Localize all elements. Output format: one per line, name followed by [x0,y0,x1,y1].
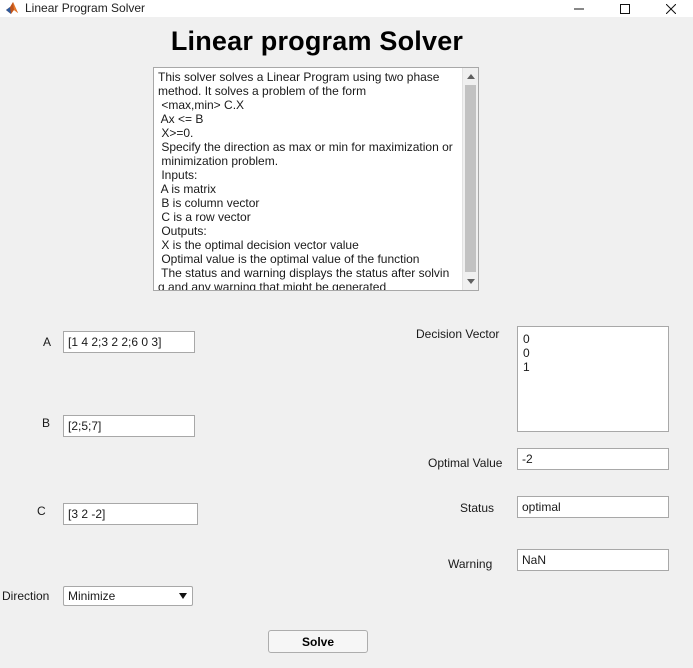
c-vector-input[interactable]: [3 2 -2] [63,503,198,525]
description-textarea[interactable]: This solver solves a Linear Program usin… [153,67,479,291]
description-text: This solver solves a Linear Program usin… [158,70,462,290]
description-line: minimization problem. [158,154,279,168]
close-button[interactable] [648,0,693,17]
description-line: C is a row vector [158,210,251,224]
title-bar: Linear Program Solver [0,0,693,17]
description-line: g and any warning that might be generate… [158,280,387,290]
minimize-button[interactable] [556,0,602,17]
direction-label: Direction [2,589,50,603]
maximize-icon [620,3,630,14]
scrollbar-thumb[interactable] [465,85,476,272]
matlab-icon [5,1,19,15]
description-line: B is column vector [158,196,260,210]
decision-vector-label: Decision Vector [416,327,500,341]
page-title: Linear program Solver [170,26,464,56]
status-output[interactable]: optimal [517,496,669,518]
optimal-value-label: Optimal Value [428,456,503,470]
direction-dropdown[interactable]: Minimize [63,586,193,606]
description-line: This solver solves a Linear Program usin… [158,70,440,84]
description-line: The status and warning displays the stat… [158,266,450,280]
chevron-down-icon [179,593,187,599]
b-label: B [42,416,51,430]
description-line: X is the optimal decision vector value [158,238,359,252]
decision-vector-value: 1 [523,360,530,374]
maximize-button[interactable] [602,0,648,17]
status-label: Status [460,501,495,515]
direction-selected-value: Minimize [68,589,116,603]
window-title: Linear Program Solver [25,1,146,15]
decision-vector-value: 0 [523,332,530,346]
description-line: <max,min> C.X [158,98,245,112]
description-line: Outputs: [158,224,207,238]
description-scrollbar[interactable] [462,68,478,290]
description-line: A is matrix [158,182,217,196]
decision-vector-value: 0 [523,346,530,360]
scroll-up-icon[interactable] [467,74,475,79]
optimal-value-output[interactable]: -2 [517,448,669,470]
a-matrix-input[interactable]: [1 4 2;3 2 2;6 0 3] [63,331,195,353]
minimize-icon [574,8,584,9]
decision-vector-output[interactable]: 0 0 1 [517,326,669,432]
warning-output[interactable]: NaN [517,549,669,571]
close-icon [666,3,676,14]
description-line: Optimal value is the optimal value of th… [158,252,420,266]
solve-button[interactable]: Solve [268,630,368,653]
warning-label: Warning [448,557,493,571]
description-line: Inputs: [158,168,198,182]
description-line: Ax <= B [158,112,204,126]
description-line: X>=0. [158,126,194,140]
scroll-down-icon[interactable] [467,279,475,284]
description-line: method. It solves a problem of the form [158,84,367,98]
a-label: A [43,335,52,349]
b-vector-input[interactable]: [2;5;7] [63,415,195,437]
c-label: C [37,504,46,518]
description-line: Specify the direction as max or min for … [158,140,453,154]
